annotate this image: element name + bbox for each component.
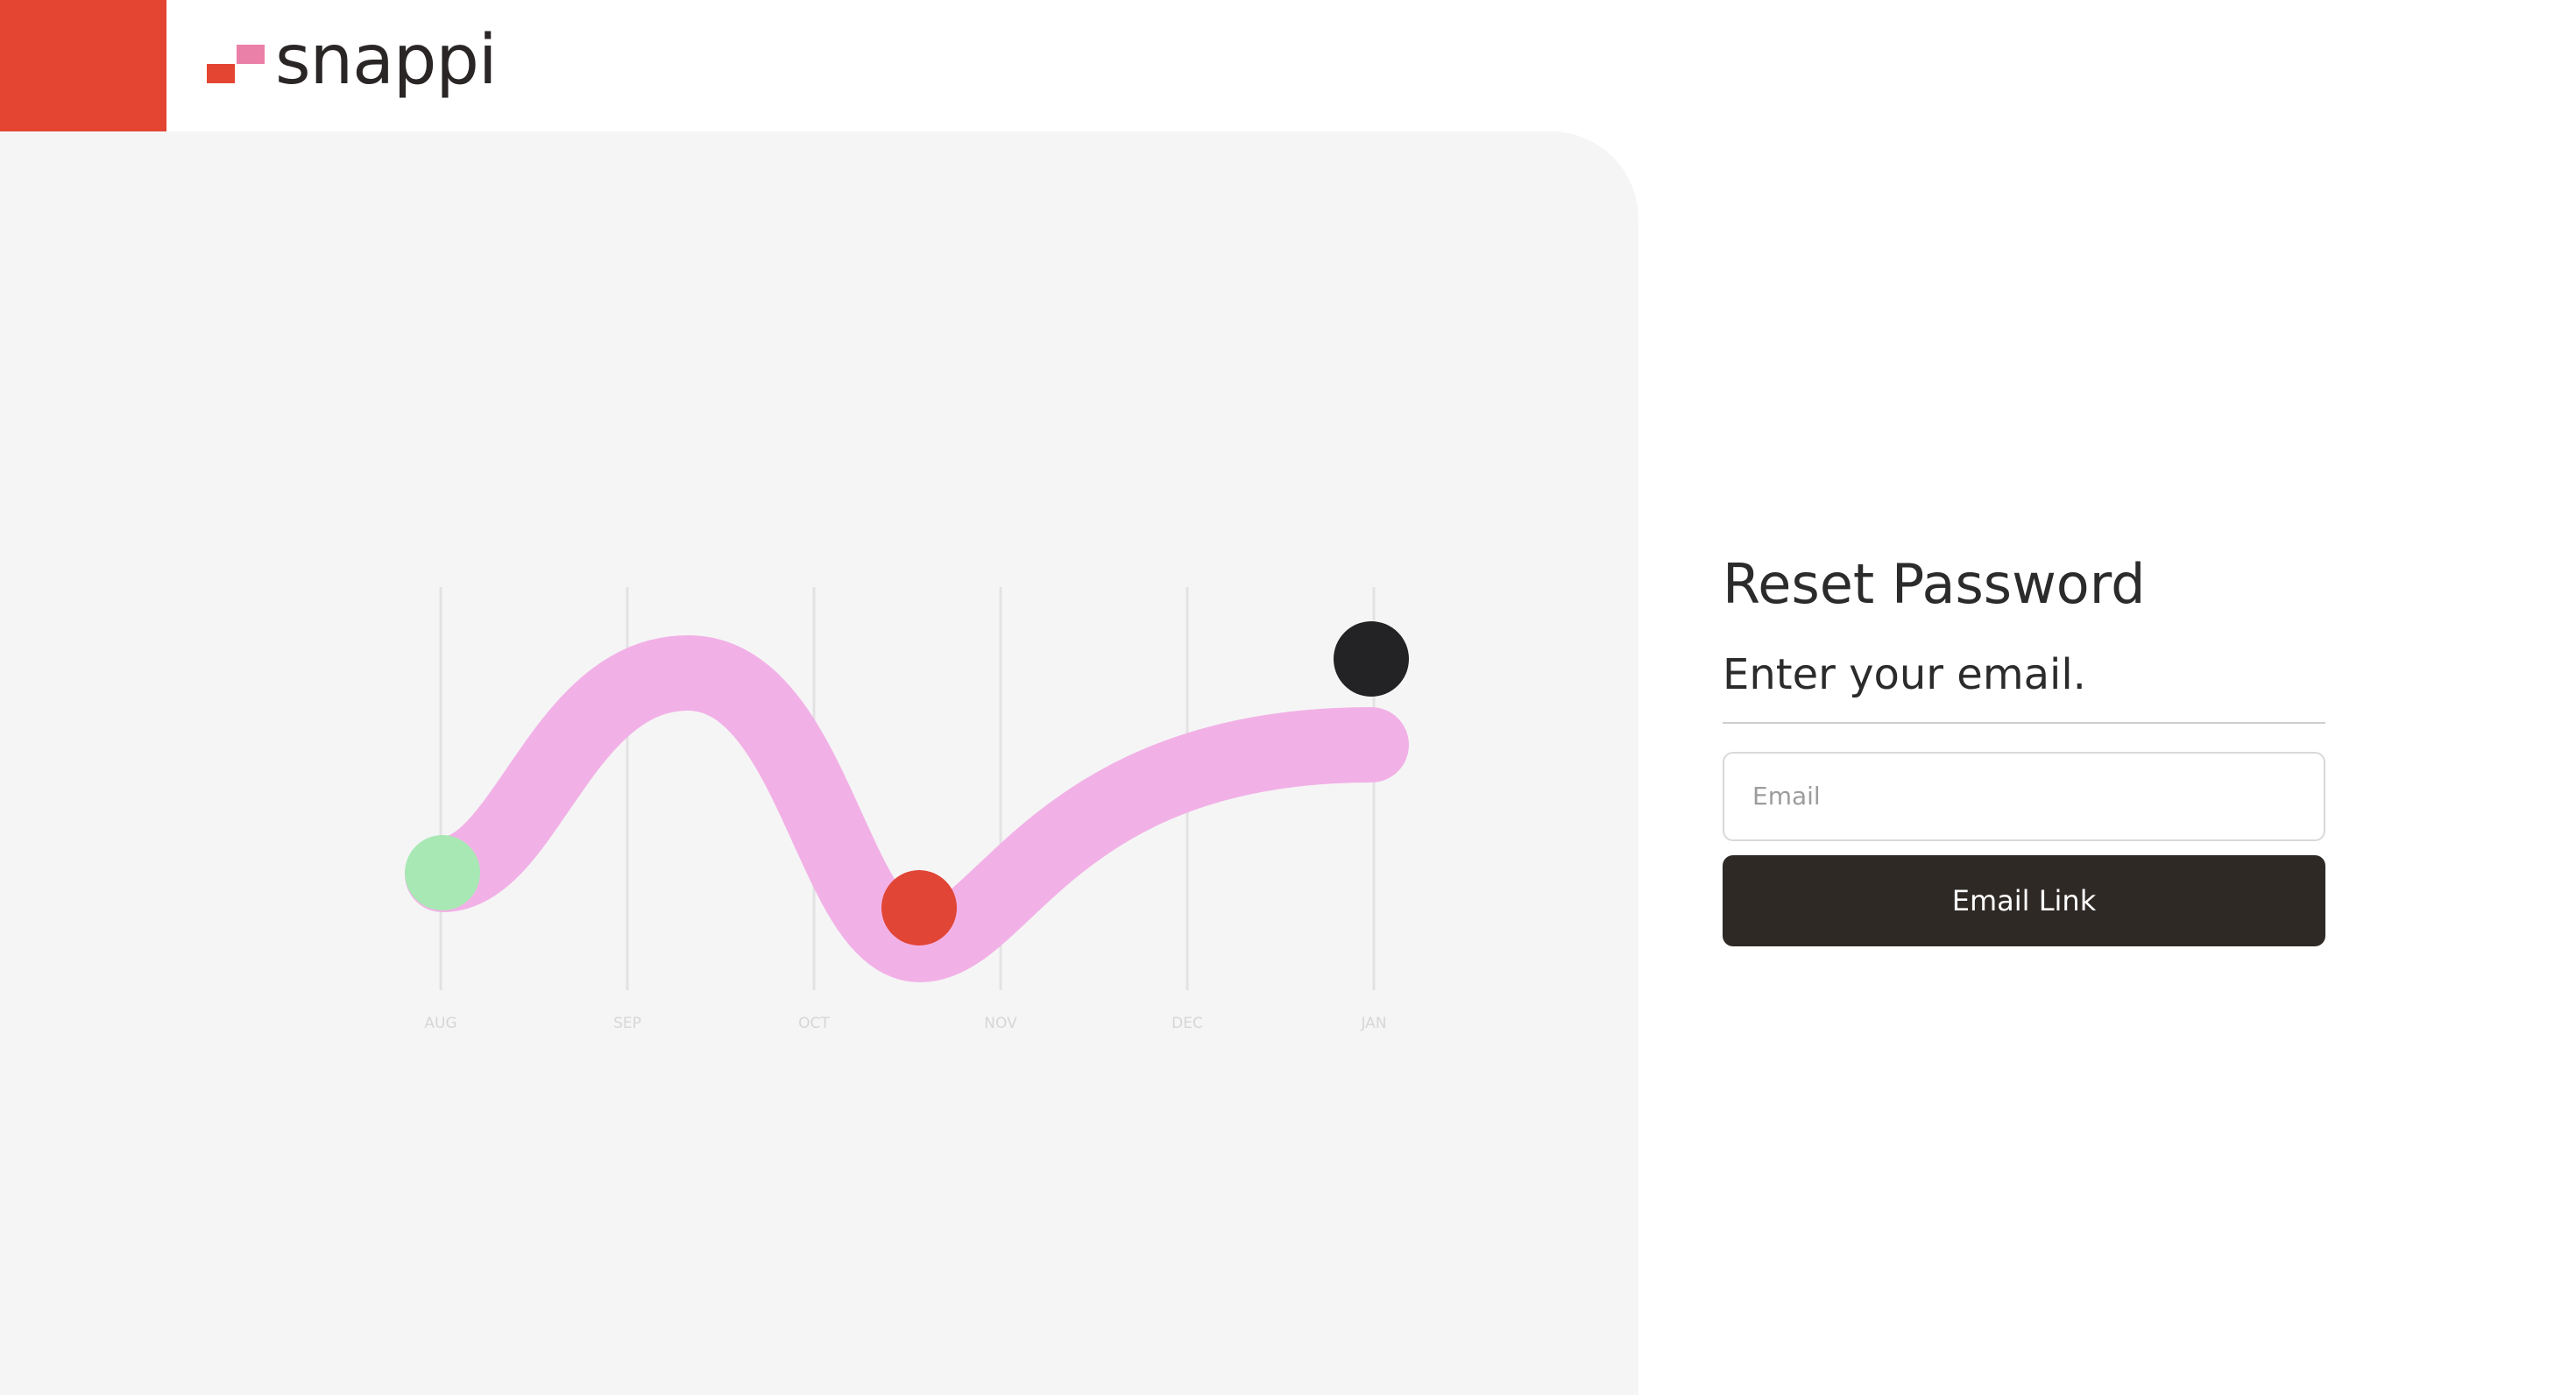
reset-password-form: Reset Password Enter your email. Email L…	[1723, 552, 2327, 946]
email-link-button[interactable]: Email Link	[1723, 854, 2325, 946]
snappi-logo-icon	[207, 45, 266, 83]
month-label-sep: SEP	[613, 1015, 641, 1032]
divider	[1723, 721, 2325, 724]
brand-accent-block	[0, 0, 166, 131]
month-label-jan: JAN	[1360, 1015, 1386, 1032]
month-label-aug: AUG	[424, 1015, 456, 1032]
start-dot	[405, 835, 480, 910]
reset-password-page: snappi AUG SEP OCT NOV DEC JAN Reset Password…	[0, 0, 2576, 1395]
month-label-dec: DEC	[1171, 1015, 1203, 1032]
form-instructions: Enter your email.	[1723, 650, 2086, 700]
low-point-dot	[881, 870, 957, 945]
page-title: Reset Password	[1723, 552, 2146, 616]
month-label-nov: NOV	[984, 1015, 1017, 1032]
brand-name: snappi	[275, 21, 498, 100]
month-labels: AUG SEP OCT NOV DEC JAN	[424, 1015, 1386, 1032]
email-input[interactable]	[1723, 751, 2325, 841]
brand-logo[interactable]: snappi	[207, 21, 498, 103]
trend-illustration: AUG SEP OCT NOV DEC JAN	[405, 587, 1409, 1032]
month-label-oct: OCT	[798, 1015, 830, 1032]
end-dot	[1334, 621, 1409, 697]
hero-illustration-panel: AUG SEP OCT NOV DEC JAN	[0, 131, 1638, 1395]
